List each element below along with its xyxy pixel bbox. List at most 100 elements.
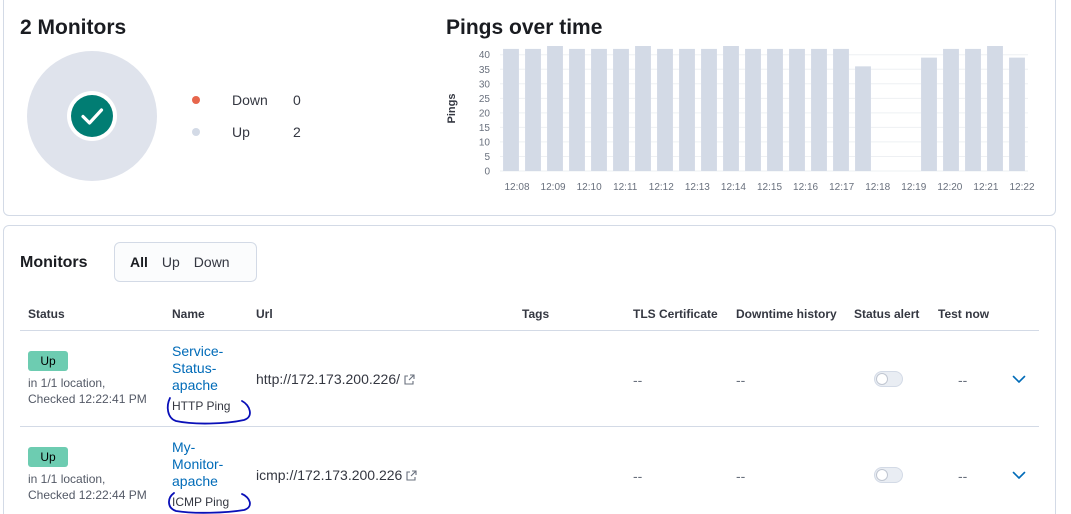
ping-bar: [1009, 57, 1025, 171]
monitor-url-link[interactable]: icmp://172.173.200.226: [256, 467, 417, 483]
ping-bar: [503, 48, 519, 171]
checked-time-text: Checked 12:22:44 PM: [28, 488, 147, 502]
column-header-status-alert: Status alert: [854, 307, 920, 321]
pings-chart-title: Pings over time: [446, 16, 603, 39]
status-alert-toggle[interactable]: [874, 467, 903, 483]
ping-bar: [723, 46, 739, 171]
checked-time-text: Checked 12:22:41 PM: [28, 392, 147, 406]
downtime-history-value: --: [736, 468, 746, 484]
y-tick-label: 40: [479, 50, 491, 61]
x-tick-label: 12:08: [504, 182, 529, 193]
ping-bar: [833, 48, 849, 171]
monitors-count-title: 2 Monitors: [20, 16, 127, 39]
filter-all-button[interactable]: All: [123, 244, 155, 280]
external-link-icon: [406, 470, 417, 481]
table-header-divider: [20, 330, 1039, 331]
monitor-type-label: HTTP Ping: [172, 399, 231, 413]
x-tick-label: 12:21: [973, 182, 998, 193]
check-circle-icon: [71, 95, 113, 137]
column-header-downtime: Downtime history: [736, 307, 837, 321]
x-tick-label: 12:11: [613, 182, 638, 193]
legend-up-label: Up: [232, 124, 250, 140]
ping-bar: [811, 48, 827, 171]
status-badge: Up: [28, 447, 68, 467]
chevron-down-icon[interactable]: [1011, 467, 1027, 483]
monitors-list-title: Monitors: [20, 254, 88, 271]
column-header-tags: Tags: [522, 307, 550, 321]
y-axis-label: Pings: [446, 94, 458, 124]
legend-up-count: 2: [293, 124, 301, 140]
y-tick-label: 5: [484, 152, 490, 163]
table-row-divider: [20, 426, 1039, 427]
location-text: in 1/1 location,: [28, 472, 106, 486]
status-filter-group: All Up Down: [114, 242, 257, 282]
ping-bar: [525, 48, 541, 171]
ping-bar: [701, 48, 717, 171]
x-tick-label: 12:20: [937, 182, 962, 193]
toggle-knob: [876, 373, 888, 385]
test-now-value: --: [958, 372, 968, 388]
y-tick-label: 25: [479, 94, 491, 105]
monitor-name-link[interactable]: Service-Status-apache: [172, 343, 236, 394]
monitor-type-label: ICMP Ping: [172, 495, 230, 509]
y-tick-label: 30: [479, 79, 491, 90]
y-tick-label: 15: [479, 123, 491, 134]
x-tick-label: 12:19: [901, 182, 926, 193]
location-text: in 1/1 location,: [28, 376, 106, 390]
filter-up-button[interactable]: Up: [155, 244, 187, 280]
x-tick-label: 12:13: [685, 182, 710, 193]
column-header-status[interactable]: Status: [28, 307, 65, 321]
column-header-url[interactable]: Url: [256, 307, 273, 321]
column-header-test-now: Test now: [938, 307, 990, 321]
ping-bar: [855, 66, 871, 171]
external-link-icon: [404, 374, 415, 385]
test-now-value: --: [958, 468, 968, 484]
ping-bar: [987, 46, 1003, 171]
legend-down-label: Down: [232, 92, 268, 108]
ping-bar: [789, 48, 805, 171]
ping-bar: [767, 48, 783, 171]
tls-certificate-value: --: [633, 372, 643, 388]
ping-bar: [657, 48, 673, 171]
chevron-down-icon[interactable]: [1011, 371, 1027, 387]
ping-bar: [921, 57, 937, 171]
status-alert-toggle[interactable]: [874, 371, 903, 387]
column-header-tls[interactable]: TLS Certificate: [633, 307, 718, 321]
downtime-history-value: --: [736, 372, 746, 388]
ping-bar: [965, 48, 981, 171]
x-tick-label: 12:14: [721, 182, 746, 193]
x-tick-label: 12:10: [577, 182, 602, 193]
x-tick-label: 12:15: [757, 182, 782, 193]
ping-bar: [547, 46, 563, 171]
monitor-url-text: icmp://172.173.200.226: [256, 467, 403, 483]
ping-bar: [591, 48, 607, 171]
x-tick-label: 12:12: [649, 182, 674, 193]
monitor-name-link[interactable]: My-Monitor-apache: [172, 439, 236, 490]
x-tick-label: 12:22: [1009, 182, 1034, 193]
column-header-name[interactable]: Name: [172, 307, 205, 321]
tls-certificate-value: --: [633, 468, 643, 484]
y-tick-label: 10: [479, 137, 491, 148]
y-tick-label: 0: [484, 167, 490, 178]
toggle-knob: [876, 469, 888, 481]
pings-bar-chart: 0 5 10 15 20 25 30 35 40 Pings 12:08 12:09 12:10 12:1…: [446, 46, 1035, 193]
legend-up-dot: [192, 128, 200, 136]
monitor-url-text: http://172.173.200.226/: [256, 371, 401, 387]
ping-bar: [613, 48, 629, 171]
x-tick-label: 12:09: [541, 182, 566, 193]
ping-bar: [943, 48, 959, 171]
monitor-url-link[interactable]: http://172.173.200.226/: [256, 371, 415, 387]
x-tick-label: 12:16: [793, 182, 818, 193]
x-tick-label: 12:18: [865, 182, 890, 193]
filter-down-button[interactable]: Down: [187, 244, 237, 280]
x-tick-label: 12:17: [829, 182, 854, 193]
ping-bar: [745, 48, 761, 171]
ping-bar: [635, 46, 651, 171]
status-badge: Up: [28, 351, 68, 371]
ping-bar: [679, 48, 695, 171]
y-tick-label: 20: [479, 108, 491, 119]
ping-bar: [569, 48, 585, 171]
legend-down-dot: [192, 96, 200, 104]
y-tick-label: 35: [479, 65, 491, 76]
legend-down-count: 0: [293, 92, 301, 108]
